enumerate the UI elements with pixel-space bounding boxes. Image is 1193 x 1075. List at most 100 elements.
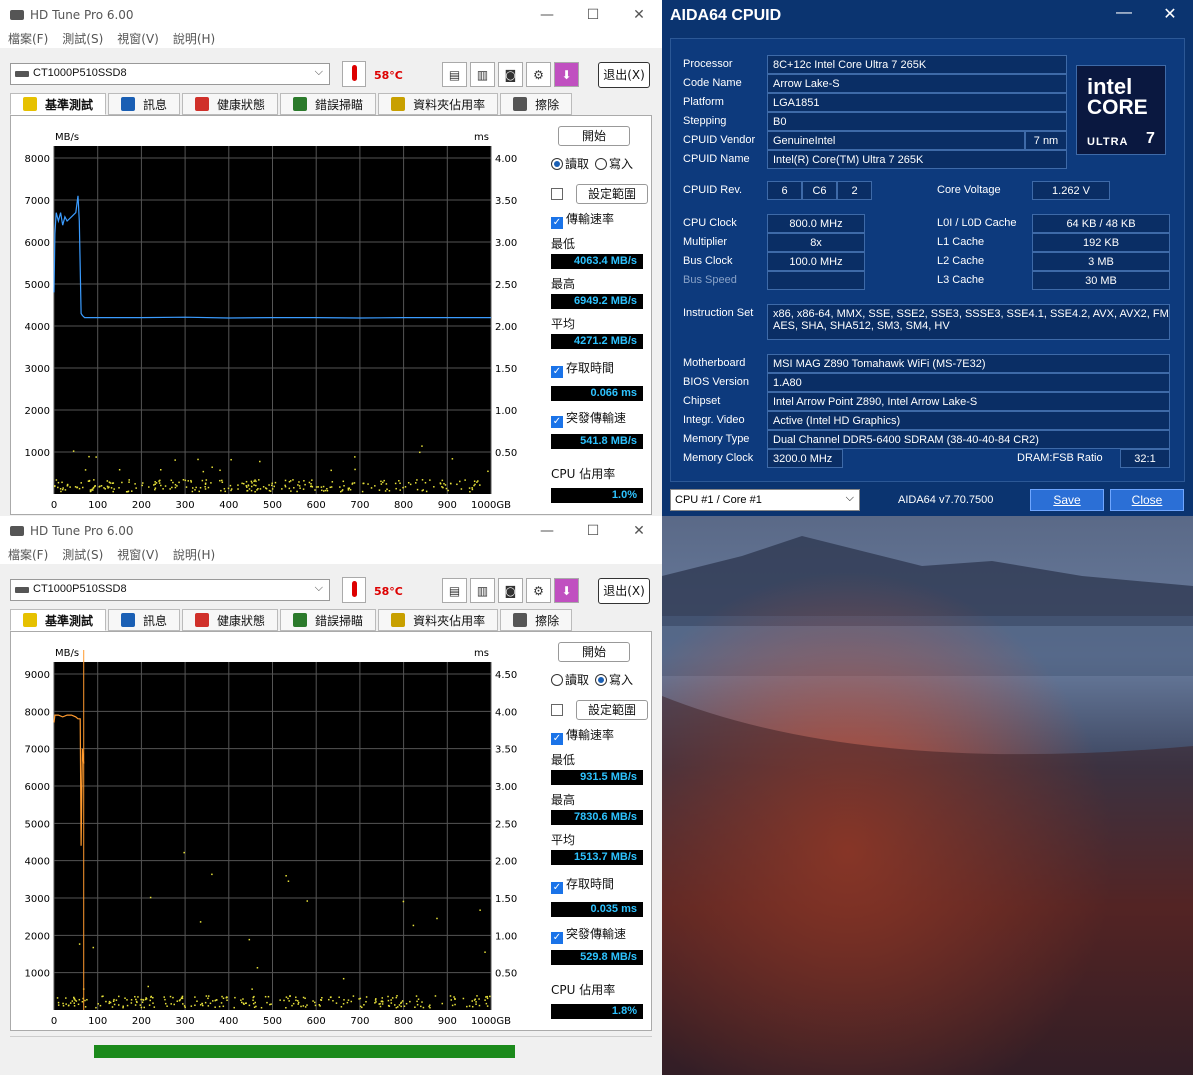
drive-select[interactable]: CT1000P510SSD8 ⌵ [10, 579, 330, 601]
tab-2[interactable]: 健康狀態 [182, 93, 279, 115]
access-point [390, 1002, 393, 1004]
tab-label: 基準測試 [45, 97, 94, 112]
burst-value: 541.8 MB/s [551, 434, 643, 449]
write-radio[interactable]: 寫入 [595, 671, 633, 688]
save-down-icon[interactable]: ⬇ [554, 62, 579, 87]
access-point [66, 484, 69, 486]
drive-select[interactable]: CT1000P510SSD8 ⌵ [10, 63, 330, 85]
minimize-icon[interactable]: — [1101, 4, 1147, 24]
tab-0[interactable]: 基準測試 [10, 609, 107, 631]
access-point [72, 450, 75, 452]
access-point [262, 486, 265, 488]
tab-bar: 基準測試 訊息 健康狀態 錯誤掃瞄 資料夾佔用率 擦除 [10, 93, 573, 115]
close-icon[interactable]: ✕ [616, 523, 662, 539]
menu-item[interactable]: 測試(S) [62, 546, 103, 564]
start-button[interactable]: 開始 [558, 642, 630, 662]
burst-checkbox[interactable]: ✓ [551, 932, 563, 944]
copy-text-icon[interactable]: ▤ [442, 578, 467, 603]
tab-label: 錯誤掃瞄 [315, 613, 364, 628]
chevron-down-icon: ⌵ [845, 492, 854, 504]
close-button[interactable]: Close [1110, 489, 1184, 511]
set-range-button[interactable]: 設定範圍 [576, 700, 648, 720]
field-value: 800.0 MHz [767, 214, 865, 233]
tab-4[interactable]: 資料夾佔用率 [378, 93, 499, 115]
tab-5[interactable]: 擦除 [500, 609, 573, 631]
menu-item[interactable]: 檔案(F) [8, 30, 48, 48]
access-point [100, 485, 103, 487]
tab-0[interactable]: 基準測試 [10, 93, 107, 115]
tab-5[interactable]: 擦除 [500, 93, 573, 115]
menu-item[interactable]: 說明(H) [173, 546, 215, 564]
y-tick-label: 7000 [25, 745, 50, 756]
range-checkbox[interactable] [551, 704, 563, 716]
access-point [220, 489, 222, 492]
access-point [78, 943, 81, 945]
access-point [395, 487, 397, 490]
burst-checkbox[interactable]: ✓ [551, 416, 563, 428]
access-point [164, 485, 167, 487]
access-point [381, 997, 384, 999]
tab-3[interactable]: 錯誤掃瞄 [280, 609, 377, 631]
camera-icon[interactable]: ◙ [498, 578, 523, 603]
access-point [154, 483, 156, 485]
access-point [184, 1006, 186, 1009]
menu-item[interactable]: 檔案(F) [8, 546, 48, 564]
access-point [199, 486, 202, 489]
copy-text-icon[interactable]: ▤ [442, 62, 467, 87]
close-icon[interactable]: ✕ [1147, 4, 1193, 24]
save-button[interactable]: Save [1030, 489, 1104, 511]
start-button[interactable]: 開始 [558, 126, 630, 146]
minimize-icon[interactable]: — [524, 7, 570, 23]
tab-4[interactable]: 資料夾佔用率 [378, 609, 499, 631]
menu-item[interactable]: 說明(H) [173, 30, 215, 48]
access-point [230, 489, 232, 492]
copy-info-icon[interactable]: ▥ [470, 62, 495, 87]
set-range-button[interactable]: 設定範圍 [576, 184, 648, 204]
field-label: L0I / L0D Cache [937, 217, 1017, 229]
title-bar[interactable]: HD Tune Pro 6.00 — ☐ ✕ [0, 0, 662, 30]
access-checkbox[interactable]: ✓ [551, 882, 563, 894]
access-point [223, 488, 226, 490]
write-radio[interactable]: 寫入 [595, 155, 633, 172]
tab-3[interactable]: 錯誤掃瞄 [280, 93, 377, 115]
close-icon[interactable]: ✕ [616, 7, 662, 23]
tab-icon [121, 613, 136, 627]
options-icon[interactable]: ⚙ [526, 578, 551, 603]
access-checkbox[interactable]: ✓ [551, 366, 563, 378]
cpu-core-select[interactable]: CPU #1 / Core #1 ⌵ [670, 489, 860, 511]
menu-bar: 檔案(F) 測試(S) 視窗(V) 說明(H) [0, 30, 662, 48]
tab-1[interactable]: 訊息 [108, 93, 181, 115]
transfer-checkbox[interactable]: ✓ [551, 217, 563, 229]
access-point [226, 999, 228, 1002]
options-icon[interactable]: ⚙ [526, 62, 551, 87]
access-point [395, 996, 398, 999]
read-radio[interactable]: 讀取 [551, 155, 589, 172]
minimize-icon[interactable]: — [524, 523, 570, 539]
field-label: Bus Speed [683, 274, 737, 286]
access-point [407, 481, 410, 484]
save-down-icon[interactable]: ⬇ [554, 578, 579, 603]
menu-item[interactable]: 測試(S) [62, 30, 103, 48]
access-point [310, 485, 313, 487]
menu-item[interactable]: 視窗(V) [117, 30, 159, 48]
maximize-icon[interactable]: ☐ [570, 523, 616, 539]
transfer-checkbox[interactable]: ✓ [551, 733, 563, 745]
access-point [87, 480, 90, 482]
access-point [468, 487, 471, 489]
exit-button[interactable]: 退出(X) [598, 62, 650, 88]
title-bar[interactable]: HD Tune Pro 6.00 — ☐ ✕ [0, 516, 662, 546]
access-point [80, 482, 82, 484]
read-radio[interactable]: 讀取 [551, 671, 589, 688]
tab-1[interactable]: 訊息 [108, 609, 181, 631]
access-point [284, 479, 287, 482]
copy-info-icon[interactable]: ▥ [470, 578, 495, 603]
camera-icon[interactable]: ◙ [498, 62, 523, 87]
exit-button[interactable]: 退出(X) [598, 578, 650, 604]
range-checkbox[interactable] [551, 188, 563, 200]
maximize-icon[interactable]: ☐ [570, 7, 616, 23]
access-point [190, 479, 192, 482]
menu-item[interactable]: 視窗(V) [117, 546, 159, 564]
access-point [61, 488, 64, 491]
field-label: Instruction Set [683, 307, 754, 319]
tab-2[interactable]: 健康狀態 [182, 609, 279, 631]
